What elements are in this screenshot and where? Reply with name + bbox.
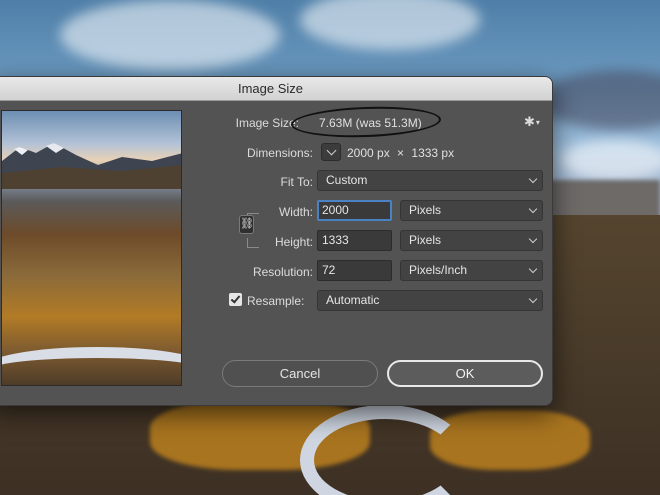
chevron-down-icon [528,264,538,274]
dialog-title: Image Size [0,77,552,101]
gear-caret-icon: ▾ [535,118,540,128]
resample-checkbox[interactable] [229,293,242,306]
dimensions-width: 2000 px [347,146,390,160]
chevron-down-icon [528,174,538,184]
river-shape [2,347,181,385]
resolution-input[interactable]: 72 [317,260,392,281]
resolution-unit-select[interactable]: Pixels/Inch [400,260,543,281]
dimensions-height: 1333 px [411,146,455,160]
chevron-down-icon [528,204,538,214]
resample-label: Resample: [247,294,305,308]
chevron-down-icon [528,234,538,244]
ok-button[interactable]: OK [387,360,543,387]
height-unit-select[interactable]: Pixels [400,230,543,251]
resample-select[interactable]: Automatic [317,290,543,311]
mountain-shape [2,143,181,189]
dimensions-separator: × [397,146,405,160]
height-unit-value: Pixels [409,233,442,247]
width-input[interactable]: 2000 [317,200,392,221]
image-size-dialog: Image Size Image Size: 7.63M (was 51.3M)… [0,76,553,406]
fit-to-value: Custom [326,173,368,187]
dimensions-value: 2000 px × 1333 px [347,146,454,160]
image-preview[interactable] [1,110,182,386]
dimensions-menu-button[interactable] [321,143,341,161]
width-label: Width: [278,205,313,219]
resolution-unit-value: Pixels/Inch [409,263,468,277]
width-unit-value: Pixels [409,203,442,217]
resolution-label: Resolution: [252,265,313,279]
fit-to-label: Fit To: [280,175,313,189]
resample-value: Automatic [326,293,380,307]
chevron-down-icon [528,294,538,304]
height-label: Height: [274,235,313,249]
width-unit-select[interactable]: Pixels [400,200,543,221]
dimensions-label: Dimensions: [246,146,313,160]
image-size-label: Image Size: [235,116,299,130]
gear-icon[interactable]: ✱▾ [524,114,540,130]
cancel-button[interactable]: Cancel [222,360,378,387]
annotation-ellipse [290,104,442,140]
fit-to-select[interactable]: Custom [317,170,543,191]
height-input[interactable]: 1333 [317,230,392,251]
